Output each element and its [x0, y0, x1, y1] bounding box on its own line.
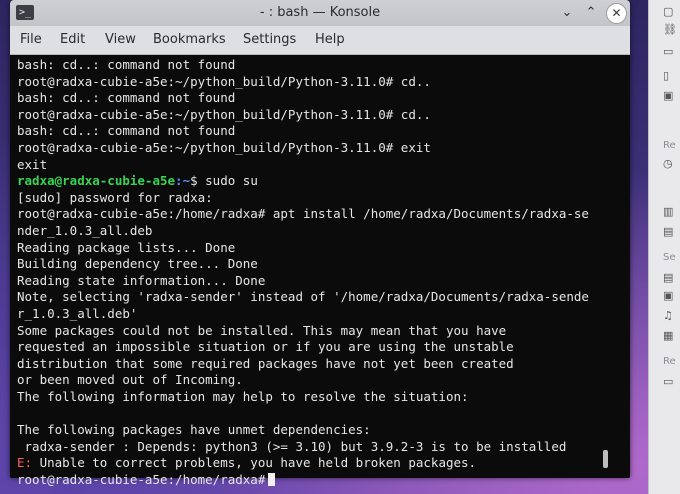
menu-help[interactable]: Help — [315, 32, 345, 47]
error-text: Unable to correct problems, you have hel… — [32, 455, 477, 471]
terminal-line: nder_1.0.3_all.deb — [17, 223, 153, 238]
section-label: Re — [663, 356, 676, 367]
menu-file[interactable]: File — [20, 32, 42, 47]
image-icon: ▣ — [663, 89, 674, 102]
terminal-line: or been moved out of Incoming. — [17, 372, 243, 388]
final-prompt-text: root@radxa-cubie-a5e:/home/radxa# — [17, 472, 266, 487]
window-title: - : bash — Konsole — [259, 5, 381, 20]
document-icon: ▤ — [663, 271, 674, 284]
terminal-line: Note, selecting 'radxa-sender' instead o… — [17, 289, 589, 305]
document-icon: ▤ — [663, 225, 674, 238]
terminal-line: root@radxa-cubie-a5e:/home/radxa# apt in… — [17, 206, 589, 222]
video-icon: ▦ — [663, 329, 674, 342]
text-cursor — [268, 473, 276, 486]
error-prefix: E: — [17, 455, 33, 471]
terminal-line: Reading state information... Done — [17, 272, 266, 288]
drive-icon: ▭ — [663, 45, 674, 58]
terminal-final-prompt: root@radxa-cubie-a5e:/home/radxa# — [17, 472, 276, 489]
background-window-panel: ▢ ⛓ ▭ ▯ ▣ Re ◷ ▥ ▤ Se ▤ ▣ ♫ ▦ Re ▭ — [648, 0, 680, 494]
terminal-line: bash: cd..: command not found — [17, 123, 236, 139]
terminal-line: radxa-sender : Depends: python3 (>= 3.10… — [17, 438, 567, 454]
maximize-button[interactable]: ⌃ — [582, 4, 600, 22]
image-icon: ▣ — [663, 289, 674, 302]
drive-icon: ▭ — [663, 375, 674, 388]
menu-bookmarks[interactable]: Bookmarks — [153, 32, 226, 47]
section-label: Re — [663, 140, 676, 151]
terminal-line: The following packages have unmet depend… — [17, 422, 371, 438]
terminal-line: Building dependency tree... Done — [17, 256, 258, 272]
terminal-line: exit — [17, 156, 48, 172]
prompt-command: $ sudo su — [190, 173, 258, 189]
konsole-window: >_ - : bash — Konsole ⌄ ⌃ ✕ File Edit Vi… — [10, 0, 630, 478]
music-icon: ♫ — [663, 309, 673, 322]
terminal-scrollbar[interactable] — [603, 450, 608, 468]
terminal-line: Reading package lists... Done — [17, 239, 236, 255]
terminal-line: [sudo] password for radxa: — [17, 189, 213, 205]
terminal-line: r_1.0.3_all.deb' — [17, 306, 138, 321]
trash-icon: ▥ — [663, 205, 674, 218]
prompt-path: :~ — [175, 173, 191, 189]
terminal-line: root@radxa-cubie-a5e:~/python_build/Pyth… — [17, 106, 431, 122]
terminal-error-line: E: Unable to correct problems, you have … — [17, 455, 476, 472]
clock-icon: ◷ — [663, 157, 673, 170]
prompt-user: radxa@radxa-cubie-a5e — [17, 173, 176, 189]
close-button[interactable]: ✕ — [606, 3, 627, 24]
title-bar[interactable]: >_ - : bash — Konsole ⌄ ⌃ ✕ — [10, 0, 630, 26]
minimize-button[interactable]: ⌄ — [558, 4, 576, 22]
terminal-line: distribution that some required packages… — [17, 355, 514, 371]
terminal-output[interactable]: bash: cd..: command not found root@radxa… — [10, 55, 630, 478]
terminal-prompt-line: radxa@radxa-cubie-a5e:~$ sudo su — [17, 173, 258, 190]
document-icon: ▯ — [663, 69, 670, 82]
section-label: Se — [663, 252, 676, 263]
terminal-line: root@radxa-cubie-a5e:~/python_build/Pyth… — [17, 73, 431, 89]
menu-edit[interactable]: Edit — [60, 32, 85, 47]
terminal-line: Some packages could not be installed. Th… — [17, 322, 507, 338]
terminal-line: requested an impossible situation or if … — [17, 339, 514, 355]
menu-view[interactable]: View — [105, 32, 136, 47]
terminal-line: The following information may help to re… — [17, 389, 469, 404]
terminal-line: bash: cd..: command not found — [17, 57, 236, 72]
terminal-line: root@radxa-cubie-a5e:~/python_build/Pyth… — [17, 140, 431, 155]
menu-settings[interactable]: Settings — [243, 32, 296, 47]
folder-icon: ▢ — [663, 5, 674, 18]
menu-bar: File Edit View Bookmarks Settings Help — [10, 26, 630, 55]
link-icon: ⛓ — [663, 23, 677, 36]
terminal-line: bash: cd..: command not found — [17, 90, 236, 106]
